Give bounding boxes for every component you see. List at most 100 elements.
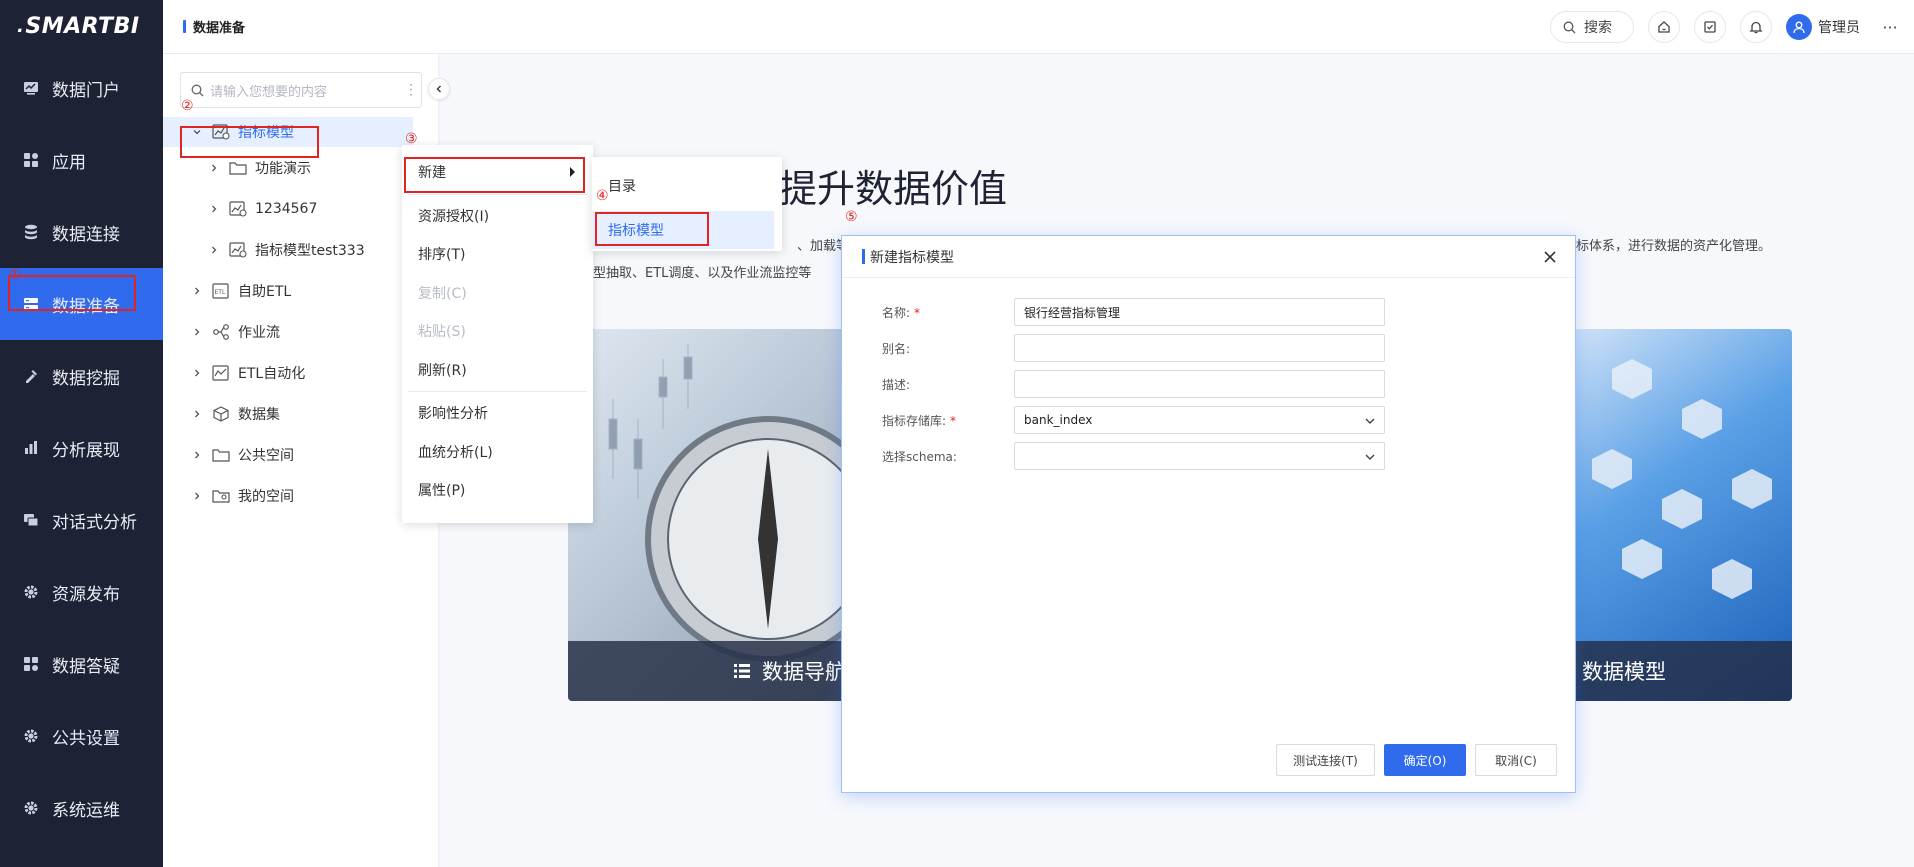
- sidebar-item-label: 数据门户: [52, 80, 120, 101]
- app-logo[interactable]: . SMARTBI: [0, 0, 163, 52]
- kebab-menu-icon[interactable]: · · ·: [409, 79, 413, 101]
- red-highlight-box: [180, 126, 319, 158]
- submenu-item-directory[interactable]: 目录: [592, 167, 782, 205]
- breadcrumb: 数据准备: [183, 17, 245, 36]
- chevron-left-icon: [436, 85, 441, 93]
- data-navigation-card[interactable]: 数据导航: [568, 329, 868, 701]
- sidebar-item-public-settings[interactable]: 公共设置: [0, 700, 163, 772]
- cube-icon: [212, 405, 230, 423]
- tasks-button[interactable]: [1694, 11, 1726, 43]
- test-connection-button[interactable]: 测试连接(T): [1276, 744, 1375, 776]
- avatar: [1786, 14, 1812, 40]
- description-field[interactable]: [1014, 370, 1385, 398]
- tree-node-public-space[interactable]: 公共空间: [163, 440, 294, 470]
- alias-field[interactable]: [1014, 334, 1385, 362]
- menu-item-label: 血统分析(L): [418, 444, 493, 461]
- cancel-button[interactable]: 取消(C): [1475, 744, 1557, 776]
- dialog-footer: 测试连接(T) 确定(O) 取消(C): [1267, 744, 1557, 776]
- sidebar-item-data-qa[interactable]: 数据答疑: [0, 628, 163, 700]
- header-actions: 搜索 管理员 ···: [1550, 0, 1914, 54]
- menu-item-lineage-analysis[interactable]: 血统分析(L): [402, 433, 593, 472]
- pickaxe-icon: [22, 367, 40, 385]
- dialog-header: 新建指标模型: [842, 236, 1575, 278]
- menu-item-resource-auth[interactable]: 资源授权(I): [402, 197, 593, 236]
- tree-search-input[interactable]: 请输入您想要的内容 · · ·: [180, 72, 422, 108]
- menu-item-sort[interactable]: 排序(T): [402, 235, 593, 274]
- workflow-icon: [212, 323, 230, 341]
- sidebar-item-data-prep[interactable]: 数据准备: [0, 268, 163, 340]
- sidebar-item-chat-analysis[interactable]: 对话式分析: [0, 484, 163, 556]
- breadcrumb-accent-bar: [183, 20, 186, 33]
- user-menu[interactable]: 管理员: [1786, 14, 1860, 40]
- collapse-panel-button[interactable]: [428, 78, 450, 100]
- dialog-accent-bar: [862, 249, 865, 264]
- gear-icon: [22, 583, 40, 601]
- sidebar-item-data-connection[interactable]: 数据连接: [0, 196, 163, 268]
- tree-node-my-space[interactable]: 我的空间: [163, 481, 294, 511]
- step-marker-5: ⑤: [845, 209, 858, 225]
- red-highlight-box: [595, 212, 709, 246]
- red-highlight-box: [404, 157, 585, 193]
- menu-item-label: 粘贴(S): [418, 324, 466, 341]
- chevron-right-icon[interactable]: [190, 368, 204, 378]
- menu-item-properties[interactable]: 属性(P): [402, 471, 593, 510]
- tree-node-label: 公共空间: [238, 448, 294, 464]
- sidebar-item-system-ops[interactable]: 系统运维: [0, 772, 163, 844]
- tree-node-workflow[interactable]: 作业流: [163, 317, 280, 347]
- menu-item-label: 目录: [608, 179, 636, 195]
- field-label: 指标存储库: *: [882, 412, 1014, 429]
- list-icon: [734, 664, 750, 678]
- name-field[interactable]: 银行经营指标管理: [1014, 298, 1385, 326]
- chevron-right-icon[interactable]: [190, 409, 204, 419]
- chevron-down-icon: [1365, 454, 1375, 460]
- menu-item-label: 资源授权(I): [418, 208, 490, 225]
- sidebar-item-data-mining[interactable]: 数据挖掘: [0, 340, 163, 412]
- tree-node-etl-automation[interactable]: ETL自动化: [163, 358, 305, 388]
- sidebar-item-label: 公共设置: [52, 728, 120, 749]
- field-label-text: 别名:: [882, 341, 911, 356]
- data-model-card[interactable]: 数据模型: [1572, 329, 1792, 701]
- step-marker-2: ②: [181, 98, 194, 114]
- tree-node-self-service-etl[interactable]: ETL 自助ETL: [163, 276, 291, 306]
- chevron-right-icon[interactable]: [190, 450, 204, 460]
- svg-text:ETL: ETL: [215, 289, 226, 296]
- gear-icon: [22, 727, 40, 745]
- card-caption-label: 数据导航: [762, 660, 846, 684]
- dialog-title: 新建指标模型: [870, 249, 954, 266]
- my-space-icon: [212, 487, 230, 505]
- bar-chart-icon: [22, 439, 40, 457]
- ok-button[interactable]: 确定(O): [1384, 744, 1466, 776]
- notifications-button[interactable]: [1740, 11, 1772, 43]
- tree-node-1234567[interactable]: 1234567: [163, 194, 317, 224]
- home-button[interactable]: [1648, 11, 1680, 43]
- sidebar-item-label: 对话式分析: [52, 512, 137, 533]
- menu-item-impact-analysis[interactable]: 影响性分析: [402, 394, 593, 433]
- chevron-right-icon[interactable]: [207, 163, 221, 173]
- sidebar-item-apps[interactable]: 应用: [0, 124, 163, 196]
- schema-select[interactable]: [1014, 442, 1385, 470]
- field-label: 别名:: [882, 340, 1014, 357]
- tree-node-index-model-test333[interactable]: 指标模型test333: [163, 235, 365, 265]
- chevron-right-icon[interactable]: [190, 327, 204, 337]
- sidebar-item-label: 应用: [52, 152, 86, 173]
- index-repository-select[interactable]: bank_index: [1014, 406, 1385, 434]
- more-menu-button[interactable]: ···: [1878, 15, 1902, 39]
- chevron-right-icon[interactable]: [190, 491, 204, 501]
- sidebar-item-data-portal[interactable]: 数据门户: [0, 52, 163, 124]
- field-label-text: 名称:: [882, 305, 911, 320]
- top-header: 数据准备 搜索 管理员 ···: [163, 0, 1914, 54]
- form-row-description: 描述:: [882, 370, 1385, 398]
- menu-item-refresh[interactable]: 刷新(R): [402, 351, 593, 390]
- global-search-button[interactable]: 搜索: [1550, 11, 1634, 43]
- sidebar-item-label: 数据答疑: [52, 656, 120, 677]
- chevron-right-icon[interactable]: [190, 286, 204, 296]
- sidebar-item-analysis[interactable]: 分析展现: [0, 412, 163, 484]
- chevron-right-icon[interactable]: [207, 204, 221, 214]
- chevron-right-icon[interactable]: [207, 245, 221, 255]
- red-highlight-box: [8, 275, 136, 311]
- sidebar-item-resource-publish[interactable]: 资源发布: [0, 556, 163, 628]
- close-icon[interactable]: [1541, 248, 1559, 266]
- field-label-text: 指标存储库:: [882, 413, 947, 428]
- tree-node-dataset[interactable]: 数据集: [163, 399, 280, 429]
- welcome-text-3: 据模型抽取、ETL调度、以及作业流监控等: [567, 266, 812, 281]
